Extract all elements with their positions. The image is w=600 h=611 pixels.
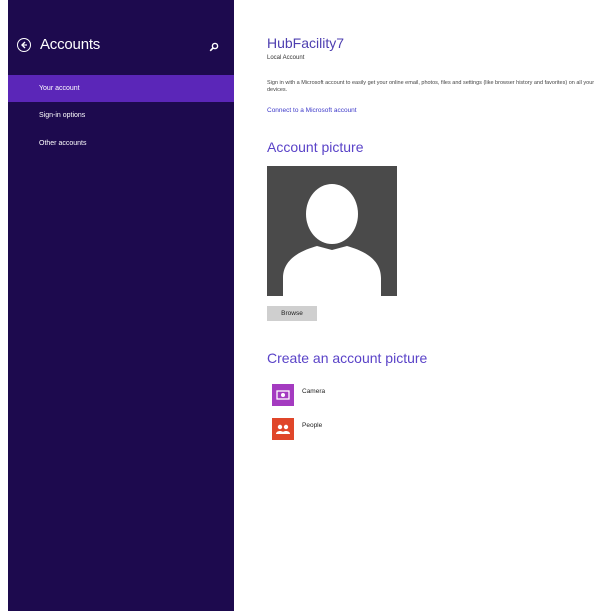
- create-account-picture-heading: Create an account picture: [267, 350, 428, 366]
- camera-label: Camera: [302, 388, 326, 395]
- people-icon: [272, 418, 294, 440]
- sidebar-item-sign-in-options[interactable]: Sign-in options: [8, 102, 234, 129]
- sidebar-item-label: Your account: [39, 85, 80, 92]
- sidebar-item-label: Other accounts: [39, 140, 87, 147]
- camera-icon: [272, 384, 294, 406]
- search-icon[interactable]: [209, 39, 219, 57]
- settings-sidebar: Accounts Your account Sign-in options Ot…: [8, 0, 234, 611]
- sidebar-item-your-account[interactable]: Your account: [8, 75, 234, 102]
- people-label: People: [302, 422, 323, 429]
- back-arrow-icon[interactable]: [17, 38, 31, 52]
- sidebar-item-other-accounts[interactable]: Other accounts: [8, 130, 234, 157]
- browse-button[interactable]: Browse: [267, 306, 317, 321]
- connect-microsoft-account-link[interactable]: Connect to a Microsoft account: [267, 107, 357, 114]
- account-description: Sign in with a Microsoft account to easi…: [267, 80, 595, 93]
- main-content: HubFacility7 Local Account Sign in with …: [234, 0, 600, 611]
- account-picture: [267, 166, 397, 296]
- default-user-silhouette-icon: [283, 184, 381, 296]
- account-type: Local Account: [267, 55, 305, 61]
- sidebar-header: Accounts: [8, 34, 234, 58]
- sidebar-title: Accounts: [40, 36, 101, 53]
- account-picture-heading: Account picture: [267, 139, 364, 155]
- sidebar-item-label: Sign-in options: [39, 112, 86, 119]
- user-name: HubFacility7: [267, 35, 345, 51]
